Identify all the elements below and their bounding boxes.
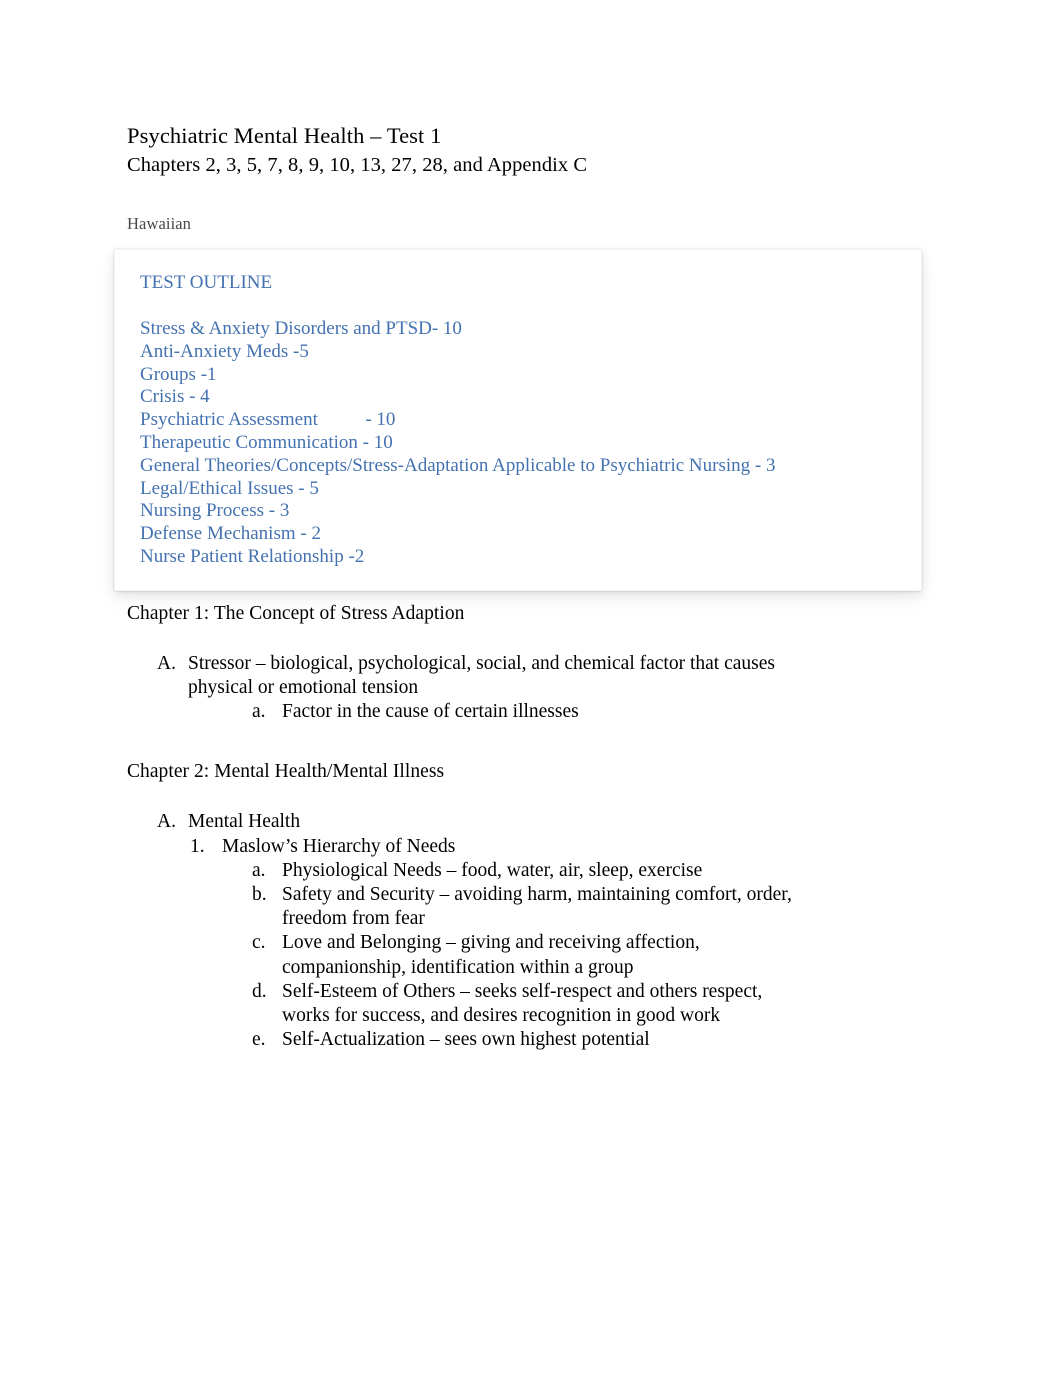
list-item: Defense Mechanism - 2: [140, 523, 321, 545]
chapter-1-sublist: a. Factor in the cause of certain illnes…: [127, 700, 927, 724]
list-item: Therapeutic Communication - 10: [140, 431, 393, 453]
list-marker: c.: [252, 932, 266, 954]
list-marker: e.: [252, 1029, 266, 1051]
list-item-text: Self-Actualization – sees own highest po…: [282, 1029, 650, 1051]
list-marker: b.: [252, 883, 267, 905]
list-marker: A.: [157, 811, 176, 833]
list-marker: d.: [252, 980, 267, 1002]
list-item: Legal/Ethical Issues - 5: [140, 477, 319, 499]
page-title: Psychiatric Mental Health – Test 1: [127, 123, 442, 148]
test-outline-list: Stress & Anxiety Disorders and PTSD- 10 …: [140, 318, 922, 569]
maslow-needs-list: a. Physiological Needs – food, water, ai…: [127, 859, 927, 1053]
test-outline-box: TEST OUTLINE Stress & Anxiety Disorders …: [114, 249, 922, 591]
test-outline-heading: TEST OUTLINE: [140, 272, 273, 293]
list-item-text: Maslow’s Hierarchy of Needs: [222, 835, 456, 857]
list-item: a. Physiological Needs – food, water, ai…: [252, 859, 927, 883]
list-item-text: Self-Esteem of Others – seeks self-respe…: [282, 980, 763, 1026]
list-item: d. Self-Esteem of Others – seeks self-re…: [252, 980, 927, 1028]
list-item-text: Factor in the cause of certain illnesses: [282, 701, 579, 723]
chapter-2-heading: Chapter 2: Mental Health/Mental Illness: [127, 761, 445, 783]
list-item-text: Mental Health: [188, 811, 301, 833]
list-item: c. Love and Belonging – giving and recei…: [252, 931, 927, 979]
list-item: Nursing Process - 3: [140, 500, 290, 522]
list-item: Crisis - 4: [140, 386, 210, 408]
list-item: Psychiatric Assessment - 10: [140, 409, 396, 431]
list-item: e. Self-Actualization – sees own highest…: [252, 1028, 927, 1052]
list-marker: A.: [157, 652, 176, 674]
list-marker: a.: [252, 859, 266, 881]
list-item: 1. Maslow’s Hierarchy of Needs: [190, 835, 927, 859]
list-item-text: Stressor – biological, psychological, so…: [188, 652, 775, 698]
chapter-1-outline: A. Stressor – biological, psychological,…: [127, 652, 927, 725]
list-item: Anti-Anxiety Meds -5: [140, 340, 309, 362]
document-content: Psychiatric Mental Health – Test 1 Chapt…: [114, 120, 927, 1052]
document-page: Psychiatric Mental Health – Test 1 Chapt…: [0, 0, 1062, 1377]
list-item-text: Physiological Needs – food, water, air, …: [282, 859, 703, 881]
list-item: b. Safety and Security – avoiding harm, …: [252, 883, 927, 931]
tag-label: Hawaiian: [127, 214, 192, 233]
list-item: A. Stressor – biological, psychological,…: [157, 652, 927, 700]
list-item: A. Mental Health: [157, 810, 927, 834]
list-marker: 1.: [190, 835, 205, 857]
list-marker: a.: [252, 701, 266, 723]
list-item: a. Factor in the cause of certain illnes…: [252, 700, 927, 724]
list-item: Stress & Anxiety Disorders and PTSD- 10: [140, 318, 462, 339]
chapter-1-heading: Chapter 1: The Concept of Stress Adaptio…: [127, 602, 465, 624]
chapter-2-outline: A. Mental Health 1. Maslow’s Hierarchy o…: [127, 810, 927, 1052]
list-item-text: Love and Belonging – giving and receivin…: [282, 932, 700, 978]
list-item: Groups -1: [140, 363, 217, 385]
chapter-2-sublist: 1. Maslow’s Hierarchy of Needs: [127, 835, 927, 859]
page-subtitle: Chapters 2, 3, 5, 7, 8, 9, 10, 13, 27, 2…: [127, 154, 588, 176]
list-item: Nurse Patient Relationship -2: [140, 545, 365, 567]
list-item-text: Safety and Security – avoiding harm, mai…: [282, 883, 792, 930]
list-item: General Theories/Concepts/Stress-Adaptat…: [140, 454, 776, 476]
